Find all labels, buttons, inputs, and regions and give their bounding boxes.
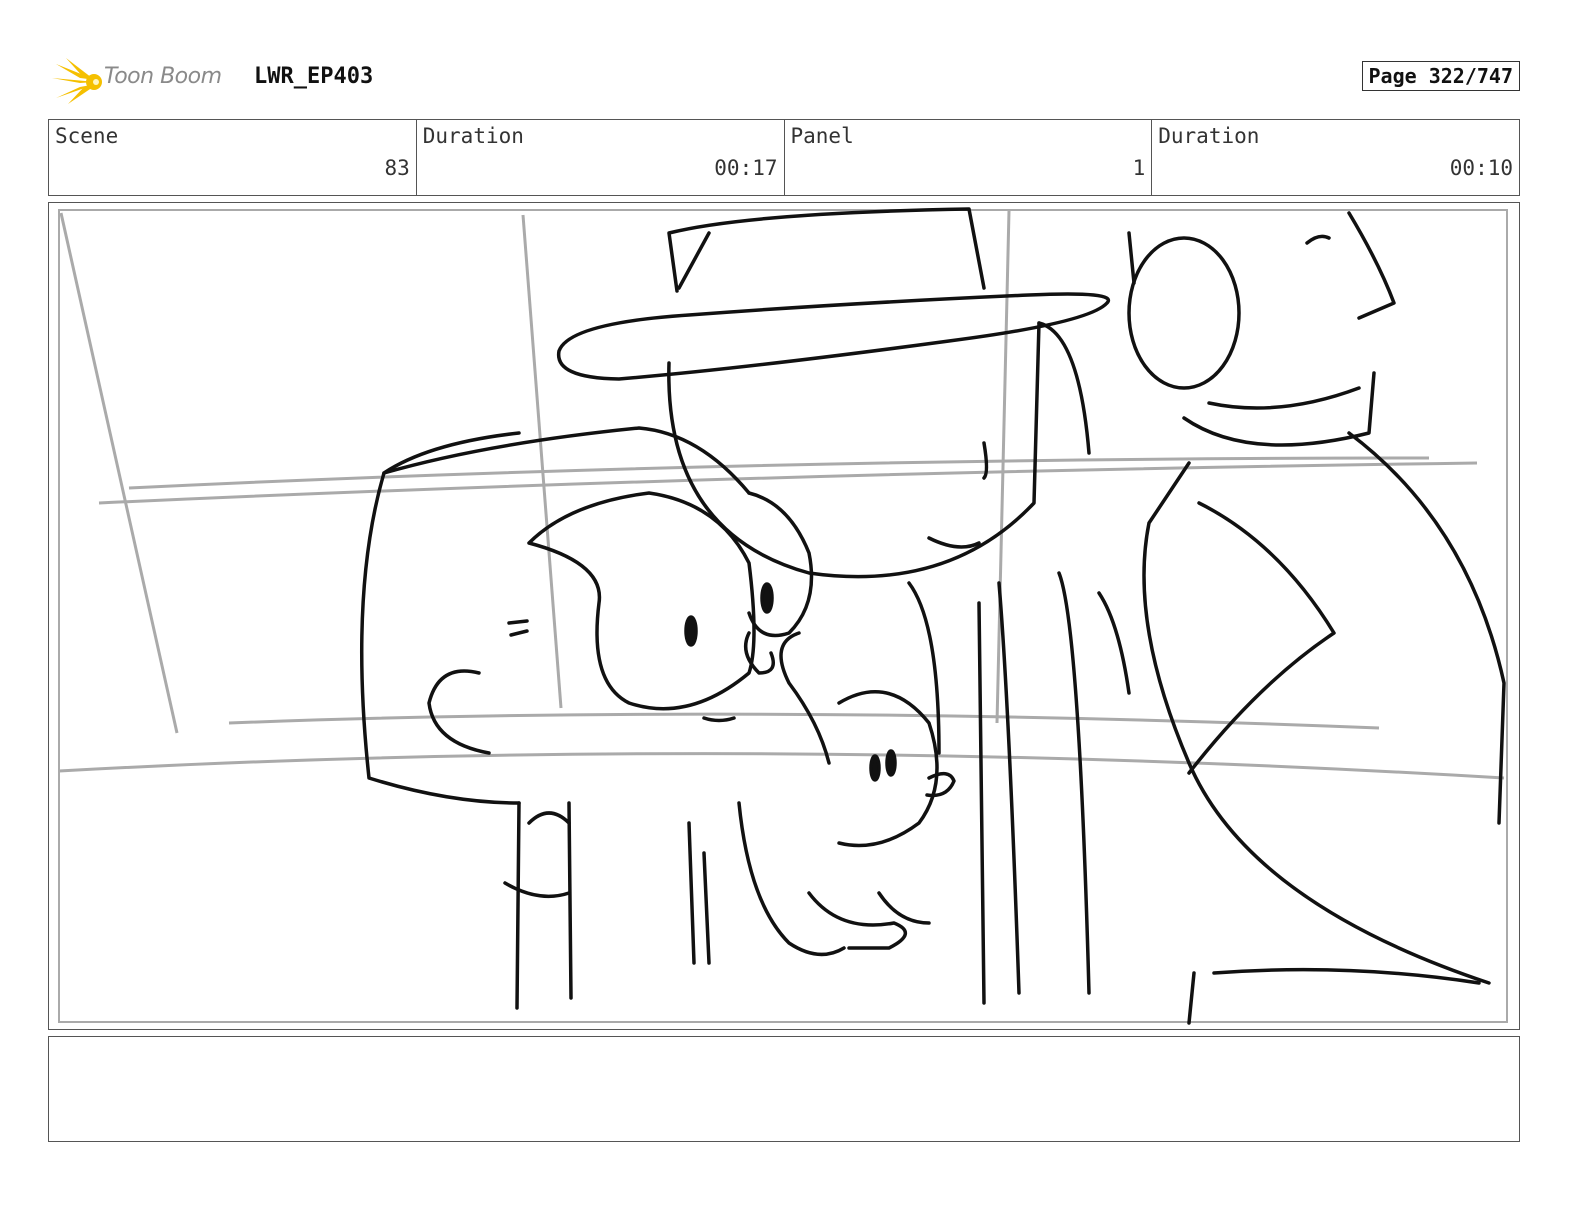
scene-value: 83	[384, 156, 410, 180]
storyboard-header: Toon Boom LWR_EP403 Page 322/747	[50, 56, 1520, 106]
scene-duration-label: Duration	[422, 124, 524, 148]
storyboard-panel	[48, 202, 1520, 1030]
panel-value: 1	[1132, 156, 1146, 180]
sketch-drawing	[58, 207, 1508, 1025]
panel-label: Panel	[790, 124, 854, 148]
perspective-guides	[58, 210, 1505, 780]
starburst-icon	[52, 58, 102, 104]
panel-duration-value: 00:10	[1449, 156, 1513, 180]
scene-label: Scene	[55, 124, 119, 148]
panel-notes	[48, 1036, 1520, 1142]
panel-cell: Panel 1	[785, 120, 1153, 195]
scene-duration-value: 00:17	[714, 156, 778, 180]
project-title: LWR_EP403	[254, 64, 374, 89]
toon-boom-logo: Toon Boom	[50, 56, 240, 106]
panel-duration-cell: Duration 00:10	[1152, 120, 1519, 195]
brand-name: Toon Boom	[104, 64, 222, 89]
scene-duration-cell: Duration 00:17	[417, 120, 785, 195]
scene-info-table: Scene 83 Duration 00:17 Panel 1 Duration…	[48, 119, 1520, 196]
page-number: Page 322/747	[1361, 61, 1520, 91]
panel-duration-label: Duration	[1158, 124, 1260, 148]
scene-cell: Scene 83	[49, 120, 417, 195]
